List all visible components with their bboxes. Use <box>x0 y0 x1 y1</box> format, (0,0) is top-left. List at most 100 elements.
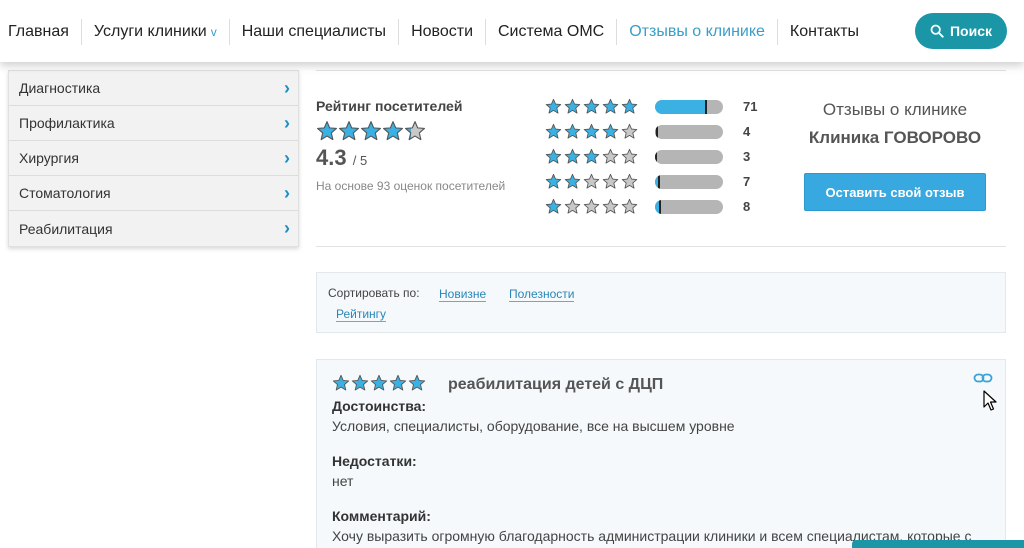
distribution-bar <box>655 199 723 214</box>
sort-by-usefulness-link[interactable]: Полезности <box>509 287 575 302</box>
nav-item-news[interactable]: Новости <box>399 19 486 45</box>
sidebar-item-label: Стоматология <box>19 185 111 201</box>
distribution-count: 4 <box>743 124 751 139</box>
sidebar-item-prevention[interactable]: Профилактика › <box>9 106 298 141</box>
sort-label: Сортировать по: <box>328 286 420 300</box>
star-filled-icon <box>370 374 388 391</box>
sort-panel: Сортировать по: Новизне Полезности Рейти… <box>316 272 1006 333</box>
distribution-bar-fill <box>655 124 658 139</box>
chevron-right-icon: › <box>284 112 290 133</box>
star-filled-icon <box>545 198 562 214</box>
chevron-right-icon: › <box>284 77 290 98</box>
star-filled-icon <box>332 374 350 391</box>
star-filled-icon <box>408 374 426 391</box>
nav-item-contacts[interactable]: Контакты <box>778 19 871 45</box>
distribution-count: 7 <box>743 174 751 189</box>
chevron-right-icon: › <box>284 182 290 203</box>
nav-item-label: Главная <box>8 23 69 40</box>
star-filled-icon <box>583 98 600 114</box>
distribution-count: 8 <box>743 199 751 214</box>
nav-item-services[interactable]: Услуги клиники v <box>82 19 230 45</box>
distribution-stars <box>545 198 655 215</box>
distribution-row-3: 3 <box>545 144 757 169</box>
sidebar-item-label: Профилактика <box>19 115 115 131</box>
star-filled-icon <box>389 374 407 391</box>
star-filled-icon <box>339 121 359 141</box>
floating-widget-bar[interactable] <box>852 540 1024 548</box>
star-filled-icon <box>583 148 600 164</box>
cons-label: Недостатки: <box>332 453 417 469</box>
clinic-subtitle: Отзывы о клинике <box>822 100 968 119</box>
distribution-bar-fill <box>655 99 707 114</box>
star-empty-icon <box>583 173 600 189</box>
distribution-bar <box>655 149 723 164</box>
review-stars <box>332 374 427 392</box>
sidebar-item-diagnostics[interactable]: Диагностика › <box>9 71 298 106</box>
star-filled-icon <box>383 121 403 141</box>
review-card: реабилитация детей с ДЦП Достоинства: Ус… <box>316 359 1006 548</box>
rating-number: 4.3 <box>316 145 347 170</box>
sort-by-rating-link[interactable]: Рейтингу <box>336 307 387 322</box>
rating-title: Рейтинг посетителей <box>316 98 463 114</box>
star-filled-icon <box>602 98 619 114</box>
star-empty-icon <box>621 173 638 189</box>
search-button-label: Поиск <box>949 23 992 39</box>
distribution-row-4: 4 <box>545 119 757 144</box>
review-title: реабилитация детей с ДЦП <box>448 376 664 393</box>
nav-item-home[interactable]: Главная <box>0 19 82 45</box>
mouse-cursor-icon <box>983 390 997 411</box>
sort-by-newness-link[interactable]: Новизне <box>439 287 487 302</box>
nav-item-oms[interactable]: Система ОМС <box>486 19 618 45</box>
star-filled-icon <box>602 123 619 139</box>
divider <box>316 70 1006 71</box>
star-filled-icon <box>621 98 638 114</box>
nav-item-label: Система ОМС <box>498 23 605 40</box>
star-filled-icon <box>545 148 562 164</box>
distribution-bar <box>655 124 723 139</box>
clinic-name: Клиника ГОВОРОВО <box>808 128 982 147</box>
distribution-bar-fill <box>655 149 658 164</box>
divider <box>316 246 1006 247</box>
nav-item-reviews[interactable]: Отзывы о клинике <box>617 19 778 45</box>
star-empty-icon <box>583 198 600 214</box>
star-empty-icon <box>602 198 619 214</box>
distribution-stars <box>545 173 655 190</box>
star-empty-icon <box>602 148 619 164</box>
rating-distribution: 71 4 3 7 8 <box>545 94 757 219</box>
star-empty-icon <box>564 198 581 214</box>
sidebar: Диагностика › Профилактика › Хирургия › Сто… <box>8 70 299 247</box>
distribution-stars <box>545 148 655 165</box>
distribution-row-2: 7 <box>545 169 757 194</box>
distribution-row-1: 8 <box>545 194 757 219</box>
distribution-stars <box>545 123 655 140</box>
sidebar-item-surgery[interactable]: Хирургия › <box>9 141 298 176</box>
star-empty-icon <box>621 148 638 164</box>
chevron-right-icon: › <box>284 147 290 168</box>
distribution-stars <box>545 98 655 115</box>
chevron-down-icon: v <box>210 25 217 39</box>
star-filled-icon <box>564 123 581 139</box>
rating-stars <box>316 120 426 142</box>
nav-item-label: Отзывы о клинике <box>629 23 765 40</box>
star-filled-icon <box>564 173 581 189</box>
sidebar-item-dentistry[interactable]: Стоматология › <box>9 176 298 211</box>
link-icon[interactable] <box>973 370 993 386</box>
star-filled-icon <box>545 98 562 114</box>
nav-item-specialists[interactable]: Наши специалисты <box>230 19 400 45</box>
chevron-right-icon: › <box>284 218 290 238</box>
star-empty-icon <box>621 198 638 214</box>
distribution-count: 71 <box>743 99 758 114</box>
distribution-bar <box>655 99 723 114</box>
star-filled-icon <box>564 98 581 114</box>
leave-review-button[interactable]: Оставить свой отзыв <box>804 173 986 211</box>
sidebar-item-label: Реабилитация <box>19 220 113 237</box>
comment-label: Комментарий: <box>332 508 431 524</box>
star-filled-icon <box>361 121 381 141</box>
search-button[interactable]: Поиск <box>915 13 1007 49</box>
sidebar-item-rehabilitation[interactable]: Реабилитация › <box>9 211 298 246</box>
nav-item-label: Наши специалисты <box>241 23 387 40</box>
star-empty-icon <box>621 123 638 139</box>
pros-text: Условия, специалисты, оборудование, все … <box>332 418 735 434</box>
distribution-row-5: 71 <box>545 94 757 119</box>
cons-text: нет <box>332 473 354 489</box>
